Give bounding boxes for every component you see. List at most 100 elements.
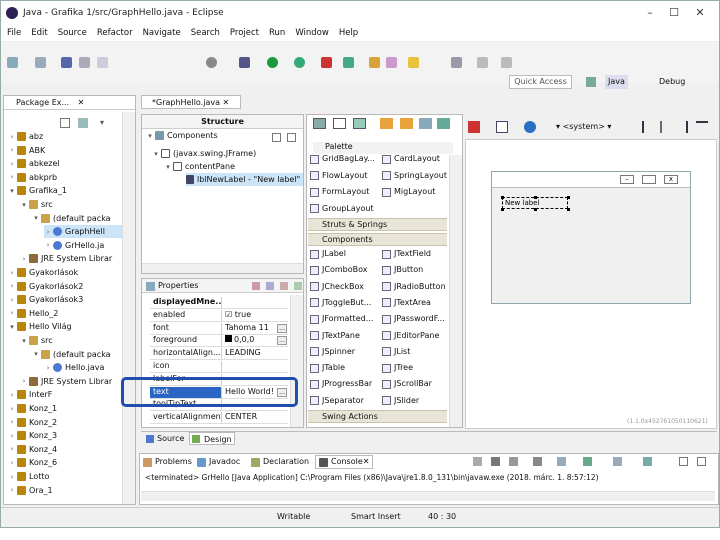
collapse-arrow-icon[interactable]: › xyxy=(8,459,16,467)
forward-icon[interactable] xyxy=(501,57,512,68)
display-console-icon[interactable] xyxy=(613,457,622,466)
tree-item[interactable]: › InterF xyxy=(8,388,52,401)
ellipsis-button[interactable]: ... xyxy=(277,336,287,346)
minimize-view-icon[interactable] xyxy=(679,457,688,466)
tree-item[interactable]: › Gyakorlások xyxy=(8,266,78,279)
tree-item[interactable]: ▾ Hello Világ xyxy=(8,320,72,333)
palette-section-header[interactable]: Struts & Springs xyxy=(308,218,447,231)
menu-source[interactable]: Source xyxy=(58,28,87,38)
properties-scrollbar[interactable] xyxy=(290,295,303,427)
palette-item[interactable]: JCheckBox xyxy=(310,280,364,294)
look-and-feel-icon[interactable] xyxy=(524,121,536,133)
debug-icon[interactable] xyxy=(239,57,250,68)
collapse-arrow-icon[interactable]: › xyxy=(8,418,16,426)
tree-item[interactable]: › Lotto xyxy=(8,470,49,483)
collapse-arrow-icon[interactable]: › xyxy=(8,269,16,277)
tree-item[interactable]: › abkprb xyxy=(8,171,57,184)
palette-section-header[interactable]: Components xyxy=(308,233,447,246)
debug-perspective-button[interactable]: Debug xyxy=(656,75,688,89)
palette-toolbar-icon[interactable] xyxy=(313,118,326,129)
expand-arrow-icon[interactable]: ▾ xyxy=(20,201,28,209)
menu-run[interactable]: Run xyxy=(269,28,285,38)
resize-handle[interactable] xyxy=(534,196,537,199)
menu-refactor[interactable]: Refactor xyxy=(97,28,133,38)
terminate-icon[interactable] xyxy=(473,457,482,466)
tree-item[interactable]: › Konz_2 xyxy=(8,416,57,429)
property-row[interactable]: displayedMne... xyxy=(150,297,288,309)
align-left-icon[interactable] xyxy=(642,121,654,133)
open-type-icon[interactable] xyxy=(369,57,380,68)
tree-item[interactable]: › Konz_4 xyxy=(8,443,57,456)
collapse-arrow-icon[interactable]: › xyxy=(8,296,16,304)
collapse-arrow-icon[interactable]: › xyxy=(8,405,16,413)
link-editor-icon[interactable] xyxy=(78,118,88,128)
tab-package-explorer[interactable]: Package Ex... ✕ xyxy=(4,96,135,110)
structure-hscrollbar[interactable] xyxy=(142,263,303,273)
collapse-arrow-icon[interactable]: › xyxy=(20,255,28,263)
tree-item[interactable]: › GrHello.ja xyxy=(44,239,104,252)
system-dropdown[interactable]: ▾ <system> ▾ xyxy=(556,120,626,134)
tree-item[interactable]: › Konz_1 xyxy=(8,402,57,415)
clear-console-icon[interactable] xyxy=(509,457,518,466)
tree-item[interactable]: › Gyakorlások2 xyxy=(8,280,83,293)
copy-icon[interactable] xyxy=(437,118,450,129)
view-menu-icon[interactable]: ▾ xyxy=(100,118,110,128)
palette-item[interactable]: FormLayout xyxy=(310,185,369,199)
search-icon[interactable] xyxy=(386,57,397,68)
palette-item[interactable]: JTextPane xyxy=(310,329,360,343)
menu-navigate[interactable]: Navigate xyxy=(143,28,181,38)
palette-item[interactable]: JProgressBar xyxy=(310,377,372,391)
collapse-arrow-icon[interactable]: › xyxy=(44,241,52,249)
tree-item[interactable]: ▾ Grafika_1 xyxy=(8,184,67,197)
maximize-view-icon[interactable] xyxy=(697,457,706,466)
palette-item[interactable]: JSpinner xyxy=(310,345,355,359)
palette-item[interactable]: JTextArea xyxy=(382,296,431,310)
default-value-icon[interactable] xyxy=(280,282,288,290)
palette-item[interactable]: GroupLayout xyxy=(310,202,374,216)
property-row[interactable]: verticalAlignment CENTER xyxy=(150,412,288,425)
palette-refresh-icon[interactable] xyxy=(333,118,346,129)
undo-icon[interactable] xyxy=(380,118,393,129)
collapse-arrow-icon[interactable]: › xyxy=(8,173,16,181)
palette-item[interactable]: JSeparator xyxy=(310,394,364,408)
tab-editor-graphhello[interactable]: *GraphHello.java ✕ xyxy=(141,95,241,109)
collapse-arrow-icon[interactable]: › xyxy=(8,160,16,168)
tree-item[interactable]: › GraphHell xyxy=(44,225,122,239)
palette-item[interactable]: JLabel xyxy=(310,247,346,261)
scroll-lock-icon[interactable] xyxy=(533,457,542,466)
tree-item[interactable]: › abkezel xyxy=(8,157,60,170)
palette-item[interactable]: JToggleBut... xyxy=(310,296,371,310)
palette-item[interactable]: JTable xyxy=(310,361,345,375)
collapse-all-structure-icon[interactable] xyxy=(287,133,296,142)
new-icon[interactable] xyxy=(7,57,18,68)
save-icon[interactable] xyxy=(35,57,46,68)
tree-item-jframe[interactable]: ▾ (javax.swing.JFrame) xyxy=(152,147,256,160)
java-perspective-button[interactable]: Java xyxy=(605,75,628,89)
tree-item[interactable]: ▾ src xyxy=(20,334,53,347)
collapse-arrow-icon[interactable]: › xyxy=(8,309,16,317)
tree-item[interactable]: › Konz_3 xyxy=(8,429,57,442)
tree-item[interactable]: › Hello_2 xyxy=(8,307,58,320)
expand-arrow-icon[interactable]: ▾ xyxy=(32,350,40,358)
menu-edit[interactable]: Edit xyxy=(31,28,47,38)
palette-item[interactable]: JTextField xyxy=(382,247,431,261)
remove-launch-icon[interactable] xyxy=(491,457,500,466)
palette-item[interactable]: FlowLayout xyxy=(310,169,367,183)
preview-icon[interactable] xyxy=(496,121,508,133)
tree-item[interactable]: › Hello.java xyxy=(44,361,104,374)
collapse-arrow-icon[interactable]: › xyxy=(8,133,16,141)
collapse-arrow-icon[interactable]: › xyxy=(44,228,52,236)
menu-window[interactable]: Window xyxy=(295,28,329,38)
property-row[interactable]: horizontalAlign... LEADING xyxy=(150,348,288,361)
collapse-arrow-icon[interactable]: › xyxy=(8,282,16,290)
palette-section-header[interactable]: Swing Actions xyxy=(308,410,447,423)
ellipsis-button[interactable]: ... xyxy=(277,323,287,333)
package-explorer-scrollbar[interactable] xyxy=(122,112,135,504)
redo-icon[interactable] xyxy=(400,118,413,129)
save-all-icon[interactable] xyxy=(61,57,72,68)
tab-problems[interactable]: Problems xyxy=(143,455,192,469)
tree-item[interactable]: › Konz_6 xyxy=(8,456,57,469)
collapse-arrow-icon[interactable]: ▾ xyxy=(146,132,154,140)
jframe-preview[interactable]: – x New label xyxy=(491,171,691,304)
new-java-project-icon[interactable] xyxy=(343,57,354,68)
